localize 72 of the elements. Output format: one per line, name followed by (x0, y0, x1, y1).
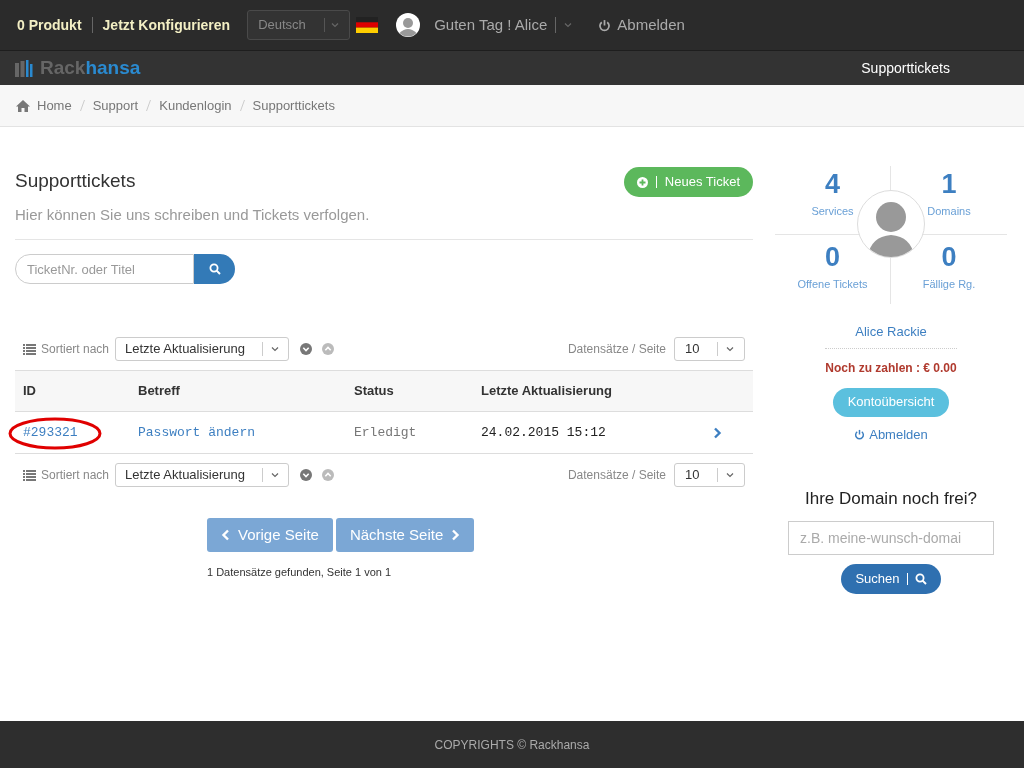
configure-link[interactable]: Jetzt Konfigurieren (102, 14, 231, 36)
per-page-dropdown[interactable]: 10 (674, 463, 745, 487)
breadcrumb-separator-icon (239, 100, 245, 111)
ticket-id-link[interactable]: #293321 (15, 422, 138, 443)
sort-dropdown[interactable]: Letzte Aktualisierung (115, 337, 290, 361)
power-icon (598, 18, 612, 32)
breadcrumb-link[interactable]: Home (37, 95, 72, 116)
page-subtitle: Hier können Sie uns schreiben und Tickets verfolgen. (15, 204, 371, 225)
logout-link[interactable]: Abmelden (617, 13, 685, 37)
ticket-updated: 24.02.2015 15:12 (481, 423, 607, 442)
page-title: Supporttickets (15, 169, 137, 193)
cart-link[interactable]: 0 Produkt (17, 14, 82, 36)
domain-title: Ihre Domain noch frei? (805, 488, 977, 510)
stat-value: 4 (825, 168, 840, 200)
sort-descending-icon[interactable] (300, 469, 313, 481)
caret-icon (726, 346, 734, 352)
german-flag-icon[interactable] (356, 17, 379, 33)
chevron-left-icon (221, 529, 230, 541)
stat-label[interactable]: Services (811, 203, 854, 220)
sort-label: Sortiert nach (41, 341, 110, 358)
breadcrumb-link[interactable]: Supporttickets (252, 95, 335, 116)
avatar-icon (396, 13, 421, 37)
breadcrumb-separator-icon (146, 100, 152, 111)
list-icon (23, 343, 36, 355)
search-icon (208, 263, 221, 275)
plus-circle-icon (636, 176, 648, 188)
logout-link[interactable]: Abmelden (869, 424, 928, 444)
logo-icon (15, 59, 34, 77)
customer-name[interactable]: Alice Rackie (825, 322, 957, 349)
ticket-subject-link[interactable]: Passwort ändern (138, 422, 354, 443)
breadcrumb-separator-icon (79, 100, 85, 111)
search-button[interactable] (194, 254, 235, 284)
breadcrumb-link[interactable]: Kundenlogin (159, 95, 232, 116)
power-icon (854, 428, 866, 440)
balance-due: Noch zu zahlen : € 0.00 (825, 359, 957, 377)
domain-search-field[interactable]: z.B. meine-wunsch-domai (788, 520, 994, 555)
nav-item[interactable]: Supporttickets (861, 57, 950, 79)
per-page-dropdown[interactable]: 10 (674, 337, 745, 361)
new-ticket-button[interactable]: Neues Ticket (623, 167, 753, 197)
chevron-right-icon (451, 529, 461, 541)
chevron-right-icon[interactable] (713, 426, 722, 439)
sort-dropdown[interactable]: Letzte Aktualisierung (115, 463, 290, 487)
breadcrumb-link[interactable]: Support (92, 95, 139, 116)
per-page-label: Datensätze / Seite (567, 467, 666, 484)
column-header: Letzte Aktualisierung (481, 382, 613, 401)
stat-label[interactable]: Fällige Rg. (922, 276, 976, 293)
sort-descending-icon[interactable] (300, 343, 313, 355)
sort-label: Sortiert nach (41, 467, 110, 484)
caret-icon (564, 22, 573, 28)
language-dropdown[interactable]: Deutsch (247, 10, 351, 40)
list-icon (23, 469, 36, 481)
column-header: ID (22, 382, 37, 401)
column-header: Betreff (138, 382, 181, 401)
stat-label[interactable]: Offene Tickets (797, 276, 868, 293)
caret-icon (726, 472, 734, 478)
results-summary: 1 Datensätze gefunden, Seite 1 von 1 (207, 565, 393, 580)
domain-search-button[interactable]: Suchen (841, 563, 941, 594)
search-icon (914, 572, 927, 585)
stat-value: 0 (825, 241, 840, 273)
greeting-menu[interactable]: Guten Tag ! Alice (434, 13, 548, 37)
stat-value: 1 (941, 168, 957, 200)
caret-icon (271, 472, 280, 478)
per-page-label: Datensätze / Seite (567, 341, 666, 358)
home-icon (16, 99, 30, 112)
footer: COPYRIGHTS © Rackhansa (0, 721, 1024, 768)
caret-icon (271, 346, 280, 352)
ticket-search-field[interactable]: TicketNr. oder Titel (15, 254, 194, 284)
ticket-status: Erledigt (354, 423, 418, 442)
column-header: Status (354, 382, 395, 401)
stat-value: 0 (941, 241, 957, 273)
caret-icon (331, 22, 340, 28)
stat-label[interactable]: Domains (927, 203, 971, 220)
